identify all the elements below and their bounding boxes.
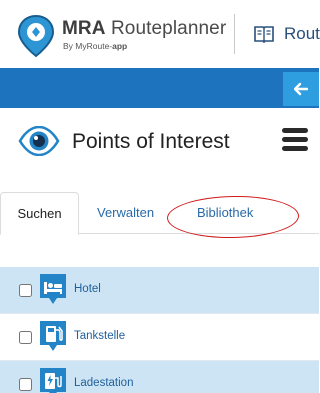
header-nav-route[interactable]: Rout <box>254 22 320 46</box>
list-item-ladestation[interactable]: Ladestation <box>0 361 319 393</box>
list-item-label: Ladestation <box>74 377 134 389</box>
header-divider <box>234 14 235 54</box>
collapse-panel-button[interactable] <box>283 72 319 106</box>
hotel-bed-icon <box>40 274 66 304</box>
tab-suchen[interactable]: Suchen <box>0 192 79 235</box>
book-open-icon <box>254 26 274 43</box>
fuel-pump-icon <box>40 321 66 351</box>
logo-title: MRA Routeplanner <box>62 18 227 39</box>
menu-bar-icon <box>282 137 308 142</box>
eye-icon <box>18 126 60 156</box>
poi-category-list: Hotel Tankstelle Ladestation <box>0 267 319 393</box>
poi-panel-header: Points of Interest <box>0 118 319 166</box>
app-header: MRA Routeplanner By MyRoute-app Rout <box>0 0 320 68</box>
menu-bar-icon <box>282 146 308 151</box>
hamburger-menu-button[interactable] <box>282 128 310 156</box>
ladestation-checkbox[interactable] <box>19 378 32 391</box>
tab-bibliothek[interactable]: Bibliothek <box>197 192 253 234</box>
list-item-tankstelle[interactable]: Tankstelle <box>0 314 319 361</box>
list-item-label: Hotel <box>74 283 101 295</box>
tab-verwalten[interactable]: Verwalten <box>97 192 154 234</box>
poi-tabs: Suchen Verwalten Bibliothek <box>0 192 319 235</box>
list-item-hotel[interactable]: Hotel <box>0 267 319 314</box>
list-item-label: Tankstelle <box>74 330 126 342</box>
map-pin-logo-icon <box>17 14 55 58</box>
toolbar-bar <box>0 68 319 108</box>
page-title: Points of Interest <box>72 130 230 153</box>
menu-bar-icon <box>282 128 308 133</box>
charging-station-icon <box>40 368 66 393</box>
header-nav-label: Rout <box>284 24 320 43</box>
hotel-checkbox[interactable] <box>19 284 32 297</box>
tankstelle-checkbox[interactable] <box>19 331 32 344</box>
mra-logo[interactable]: MRA Routeplanner By MyRoute-app <box>14 14 234 58</box>
logo-subtitle: By MyRoute-app <box>63 41 128 51</box>
arrow-left-icon <box>294 82 308 96</box>
